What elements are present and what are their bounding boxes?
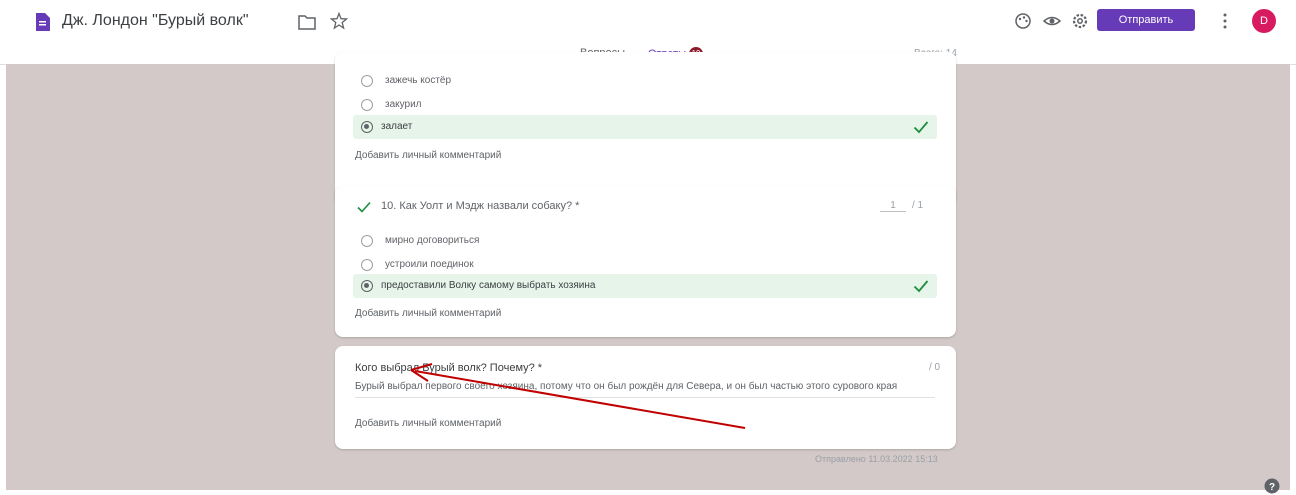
option-label: устроили поединок xyxy=(385,259,474,270)
avatar[interactable]: D xyxy=(1252,9,1276,33)
help-icon[interactable]: ? xyxy=(1264,478,1280,494)
option-row-correct: залает xyxy=(353,115,937,139)
send-button[interactable]: Отправить xyxy=(1097,9,1195,31)
option-row: мирно договориться xyxy=(357,232,937,252)
question-card: зажечь костёр закурил залает Добавить ли… xyxy=(335,52,956,205)
document-title[interactable]: Дж. Лондон "Бурый волк" xyxy=(62,12,249,30)
check-icon xyxy=(913,280,929,293)
option-row: закурил xyxy=(357,96,937,116)
radio-selected-icon xyxy=(361,121,373,133)
question-points: 1 / 1 xyxy=(880,200,923,212)
top-bar: Дж. Лондон "Бурый волк" Отправить D xyxy=(0,0,1296,42)
option-label: мирно договориться xyxy=(385,235,480,246)
svg-text:?: ? xyxy=(1269,482,1275,493)
option-row: зажечь костёр xyxy=(357,72,937,92)
option-label: предоставили Волку самому выбрать хозяин… xyxy=(381,280,596,291)
response-view: зажечь костёр закурил залает Добавить ли… xyxy=(0,52,1296,495)
radio-unselected-icon xyxy=(361,235,373,247)
add-comment-link[interactable]: Добавить личный комментарий xyxy=(355,308,501,319)
question-points: / 0 xyxy=(929,362,941,373)
radio-unselected-icon xyxy=(361,75,373,87)
radio-selected-icon xyxy=(361,280,373,292)
option-label: зажечь костёр xyxy=(385,75,452,86)
add-comment-link[interactable]: Добавить личный комментарий xyxy=(355,150,501,161)
option-row: устроили поединок xyxy=(357,256,937,276)
question-card: Кого выбрал Бурый волк? Почему? * / 0 Бу… xyxy=(335,346,956,449)
points-input[interactable]: 1 xyxy=(880,200,906,212)
radio-unselected-icon xyxy=(361,259,373,271)
more-vert-icon[interactable] xyxy=(1222,12,1228,30)
submitted-timestamp: Отправлено 11.03.2022 15:13 xyxy=(815,454,938,464)
question-title: Кого выбрал Бурый волк? Почему? * xyxy=(355,362,543,374)
question-card: 10. Как Уолт и Мэдж назвали собаку? * 1 /… xyxy=(335,186,956,337)
settings-icon[interactable] xyxy=(1071,12,1089,30)
check-icon xyxy=(357,201,371,213)
star-icon[interactable] xyxy=(330,12,348,30)
option-label: залает xyxy=(381,121,413,132)
add-comment-link[interactable]: Добавить личный комментарий xyxy=(355,418,501,429)
forms-doc-icon xyxy=(36,13,50,31)
option-label: закурил xyxy=(385,99,422,110)
folder-icon[interactable] xyxy=(298,14,316,30)
question-title: 10. Как Уолт и Мэдж назвали собаку? * xyxy=(381,200,580,212)
palette-icon[interactable] xyxy=(1014,12,1032,30)
points-total: / 1 xyxy=(912,200,924,211)
radio-unselected-icon xyxy=(361,99,373,111)
check-icon xyxy=(913,121,929,134)
option-row-correct: предоставили Волку самому выбрать хозяин… xyxy=(353,274,937,298)
text-answer: Бурый выбрал первого своего хозяина, пот… xyxy=(355,380,935,398)
eye-icon[interactable] xyxy=(1043,12,1061,30)
